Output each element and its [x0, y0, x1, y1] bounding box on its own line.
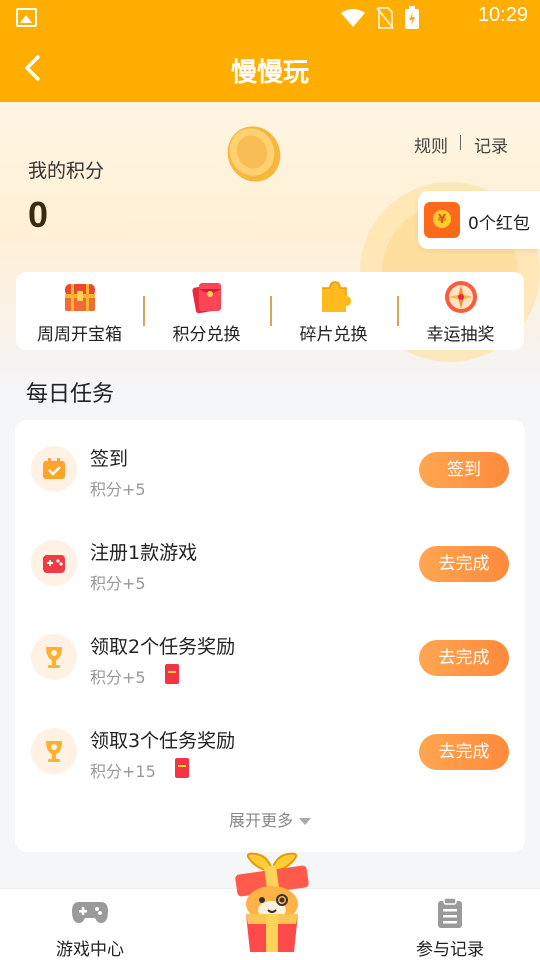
task-row: 签到 积分+5 签到 [15, 420, 525, 514]
daily-tasks-title: 每日任务 [26, 382, 115, 407]
expand-more-button[interactable]: 展开更多 [15, 807, 525, 831]
coin-icon [227, 126, 281, 182]
task-points: 积分+5 [90, 480, 146, 499]
link-divider [460, 135, 461, 150]
quick-action-label: 周周开宝箱 [37, 325, 122, 345]
task-points: 积分+15 [90, 762, 156, 781]
checkin-button[interactable]: 签到 [419, 452, 509, 488]
no-sim-icon [376, 7, 394, 29]
red-packet-icon: ¥ [424, 202, 460, 238]
score-label: 我的积分 [28, 160, 105, 182]
red-packet-label: 0个红包 [468, 214, 530, 234]
task-points: 积分+5 [90, 668, 146, 687]
quick-action-label: 碎片兑换 [299, 325, 368, 345]
expand-more-label: 展开更多 [228, 811, 293, 830]
game-controller-icon [31, 540, 77, 586]
battery-charging-icon [405, 6, 419, 29]
nav-bar: 慢慢玩 [0, 36, 540, 102]
clock: 10:29 [477, 4, 528, 26]
wifi-icon [341, 9, 365, 27]
quick-action-points-exchange[interactable]: 积分兑换 [143, 272, 270, 350]
status-bar: 10:29 [0, 0, 540, 36]
page-title: 慢慢玩 [230, 58, 309, 88]
quick-action-fragment-exchange[interactable]: 碎片兑换 [270, 272, 397, 350]
lucky-wheel-icon [444, 281, 477, 313]
complete-task-button[interactable]: 去完成 [419, 734, 509, 770]
quick-action-treasure[interactable]: 周周开宝箱 [16, 272, 143, 350]
treasure-chest-icon [64, 284, 95, 311]
records-link[interactable]: 记录 [474, 132, 508, 157]
tab-label: 游戏中心 [56, 940, 124, 960]
red-envelope-icon [191, 283, 221, 314]
image-icon [16, 8, 37, 27]
calendar-check-icon [31, 446, 77, 492]
mascot-gift-icon[interactable] [222, 852, 322, 954]
score-value: 0 [28, 194, 49, 235]
red-packet-icon [165, 664, 179, 684]
status-icons [340, 6, 420, 30]
tab-participation-records[interactable]: 参与记录 [370, 889, 530, 960]
red-packet-icon [175, 758, 189, 778]
clipboard-icon [438, 897, 462, 928]
quick-action-label: 积分兑换 [172, 325, 241, 345]
puzzle-icon [321, 281, 351, 312]
quick-action-lucky-draw[interactable]: 幸运抽奖 [397, 272, 524, 350]
trophy-icon [31, 728, 77, 774]
tab-game-center[interactable]: 游戏中心 [10, 889, 170, 960]
rules-link[interactable]: 规则 [414, 132, 448, 157]
chevron-down-icon [299, 818, 311, 825]
task-name: 领取3个任务奖励 [90, 730, 236, 752]
red-packet-button[interactable]: ¥ 0个红包 [418, 191, 540, 249]
quick-actions: 周周开宝箱 积分兑换 碎片兑换 幸运抽奖 [16, 272, 524, 350]
task-row: 领取2个任务奖励 积分+5 去完成 [15, 608, 525, 702]
task-name: 领取2个任务奖励 [90, 636, 236, 658]
quick-action-label: 幸运抽奖 [426, 325, 495, 345]
complete-task-button[interactable]: 去完成 [419, 546, 509, 582]
task-name: 注册1款游戏 [90, 542, 198, 564]
task-list: 签到 积分+5 签到 注册1款游戏 积分+5 去完成 领取2个任务奖励 积分+5… [15, 420, 525, 852]
task-row: 领取3个任务奖励 积分+15 去完成 [15, 702, 525, 796]
gamepad-icon [72, 902, 108, 923]
task-points: 积分+5 [90, 574, 146, 593]
complete-task-button[interactable]: 去完成 [419, 640, 509, 676]
task-row: 注册1款游戏 积分+5 去完成 [15, 514, 525, 608]
trophy-icon [31, 634, 77, 680]
tab-label: 参与记录 [416, 940, 484, 960]
task-name: 签到 [90, 448, 129, 470]
